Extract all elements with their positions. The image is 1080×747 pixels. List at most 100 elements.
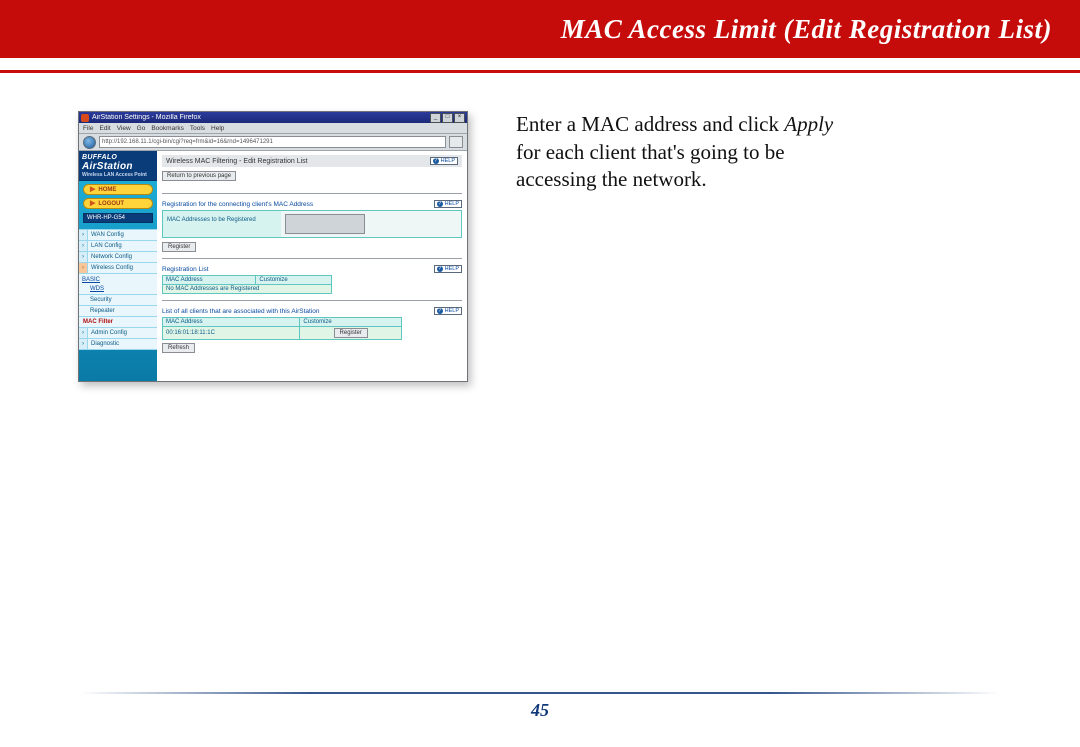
sidebar-item-label: Security — [79, 295, 157, 305]
menu-help[interactable]: Help — [211, 125, 224, 132]
divider — [162, 300, 462, 301]
row-register-button[interactable]: Register — [334, 328, 368, 338]
sidebar-item-diagnostic[interactable]: › Diagnostic — [79, 339, 157, 350]
url-input[interactable]: http://192.168.11.1/cgi-bin/cgi?req=frm&… — [99, 136, 446, 148]
menu-go[interactable]: Go — [137, 125, 146, 132]
help-icon: ? — [437, 308, 443, 314]
back-button[interactable]: Return to previous page — [162, 171, 236, 181]
section-assoc-label: List of all clients that are associated … — [162, 308, 320, 315]
refresh-button[interactable]: Refresh — [162, 343, 195, 353]
footer: 45 — [0, 692, 1080, 721]
menu-bookmarks[interactable]: Bookmarks — [151, 125, 184, 132]
brand-main: AirStation — [82, 161, 154, 172]
sidebar-item-macfilter[interactable]: MAC Filter — [79, 317, 157, 328]
mac-input[interactable] — [285, 214, 365, 234]
col-mac: MAC Address — [163, 318, 300, 327]
window-title: AirStation Settings - Mozilla Firefox — [92, 114, 430, 121]
instruction-text: Enter a MAC address and click Apply for … — [516, 111, 956, 194]
help-label: HELP — [445, 201, 459, 207]
sidebar-item-label: Admin Config — [88, 328, 157, 338]
register-button[interactable]: Register — [162, 242, 196, 252]
menu-file[interactable]: File — [83, 125, 93, 132]
sidebar-menu: › WAN Config › LAN Config › Network Conf… — [79, 229, 157, 350]
instruction-em: Apply — [784, 112, 833, 136]
chevron-right-icon: › — [79, 328, 88, 338]
help-label: HELP — [441, 158, 455, 164]
table-row: 00:16:01:18:11:1C Register — [163, 327, 402, 340]
chevron-right-icon: › — [79, 230, 88, 240]
help-icon: ? — [433, 158, 439, 164]
sidebar: BUFFALO AirStation Wireless LAN Access P… — [79, 151, 157, 381]
empty-row: No MAC Addresses are Registered — [163, 285, 332, 294]
maximize-button[interactable]: □ — [442, 113, 453, 123]
content-title: Wireless MAC Filtering - Edit Registrati… — [166, 158, 308, 165]
section-assoc: List of all clients that are associated … — [162, 307, 462, 315]
screenshot: AirStation Settings - Mozilla Firefox _ … — [78, 111, 468, 382]
help-label: HELP — [445, 266, 459, 272]
sidebar-item-label: Repeater — [79, 306, 157, 316]
logout-label: LOGOUT — [98, 201, 124, 207]
address-bar: http://192.168.11.1/cgi-bin/cgi?req=frm&… — [79, 133, 467, 151]
help-button[interactable]: ? HELP — [434, 307, 462, 315]
menu-tools[interactable]: Tools — [190, 125, 205, 132]
sidebar-item-label: WDS — [79, 284, 157, 294]
sidebar-item-wireless[interactable]: › Wireless Config — [79, 263, 157, 274]
sidebar-item-label: Network Config — [88, 252, 157, 262]
go-button[interactable] — [449, 136, 463, 148]
window-titlebar: AirStation Settings - Mozilla Firefox _ … — [79, 112, 467, 123]
logout-button[interactable]: ▶ LOGOUT — [83, 198, 153, 209]
chevron-right-icon: › — [79, 241, 88, 251]
col-mac: MAC Address — [163, 276, 256, 285]
section-register-label: Registration for the connecting client's… — [162, 201, 313, 208]
chevron-right-icon: › — [79, 339, 88, 349]
menu-bar: File Edit View Go Bookmarks Tools Help — [79, 123, 467, 133]
sidebar-item-label: MAC Filter — [79, 317, 157, 327]
sidebar-group-basic: BASIC — [79, 274, 157, 284]
registration-list-table: MAC Address Customize No MAC Addresses a… — [162, 275, 332, 294]
content-title-bar: Wireless MAC Filtering - Edit Registrati… — [162, 155, 462, 167]
sidebar-item-repeater[interactable]: Repeater — [79, 306, 157, 317]
col-customize: Customize — [300, 318, 402, 327]
associated-clients-table: MAC Address Customize 00:16:01:18:11:1C … — [162, 317, 402, 340]
help-button[interactable]: ? HELP — [434, 200, 462, 208]
mac-cell: 00:16:01:18:11:1C — [163, 327, 300, 340]
sidebar-item-wan[interactable]: › WAN Config — [79, 230, 157, 241]
page-heading: MAC Access Limit (Edit Registration List… — [561, 14, 1052, 45]
banner-gap — [0, 58, 1080, 70]
close-button[interactable]: × — [454, 113, 465, 123]
home-label: HOME — [98, 187, 116, 193]
help-label: HELP — [445, 308, 459, 314]
banner: MAC Access Limit (Edit Registration List… — [0, 0, 1080, 58]
menu-edit[interactable]: Edit — [99, 125, 110, 132]
page-number: 45 — [0, 700, 1080, 721]
sidebar-item-lan[interactable]: › LAN Config — [79, 241, 157, 252]
home-button[interactable]: ▶ HOME — [83, 184, 153, 195]
menu-view[interactable]: View — [117, 125, 131, 132]
minimize-button[interactable]: _ — [430, 113, 441, 123]
chevron-right-icon: › — [79, 263, 88, 273]
help-icon: ? — [437, 201, 443, 207]
register-row: MAC Addresses to be Registered — [162, 210, 462, 238]
help-button[interactable]: ? HELP — [430, 157, 458, 165]
sidebar-item-label: Wireless Config — [88, 263, 157, 273]
arrow-icon: ▶ — [90, 200, 95, 207]
sidebar-item-security[interactable]: Security — [79, 295, 157, 306]
register-label: MAC Addresses to be Registered — [163, 211, 281, 237]
instruction-line3: accessing the network. — [516, 167, 707, 191]
help-button[interactable]: ? HELP — [434, 265, 462, 273]
sidebar-item-network[interactable]: › Network Config — [79, 252, 157, 263]
sidebar-item-label: Diagnostic — [88, 339, 157, 349]
instruction-line1a: Enter a MAC address and click — [516, 112, 784, 136]
sidebar-item-label: WAN Config — [88, 230, 157, 240]
help-icon: ? — [437, 266, 443, 272]
globe-icon — [83, 136, 96, 149]
chevron-right-icon: › — [79, 252, 88, 262]
brand: BUFFALO AirStation Wireless LAN Access P… — [79, 151, 157, 181]
sidebar-item-wds[interactable]: WDS — [79, 284, 157, 295]
brand-top: BUFFALO — [82, 154, 154, 161]
section-list: Registration List ? HELP — [162, 265, 462, 273]
firefox-icon — [81, 114, 89, 122]
arrow-icon: ▶ — [90, 186, 95, 193]
sidebar-item-admin[interactable]: › Admin Config — [79, 328, 157, 339]
model-tag: WHR-HP-G54 — [83, 213, 153, 223]
